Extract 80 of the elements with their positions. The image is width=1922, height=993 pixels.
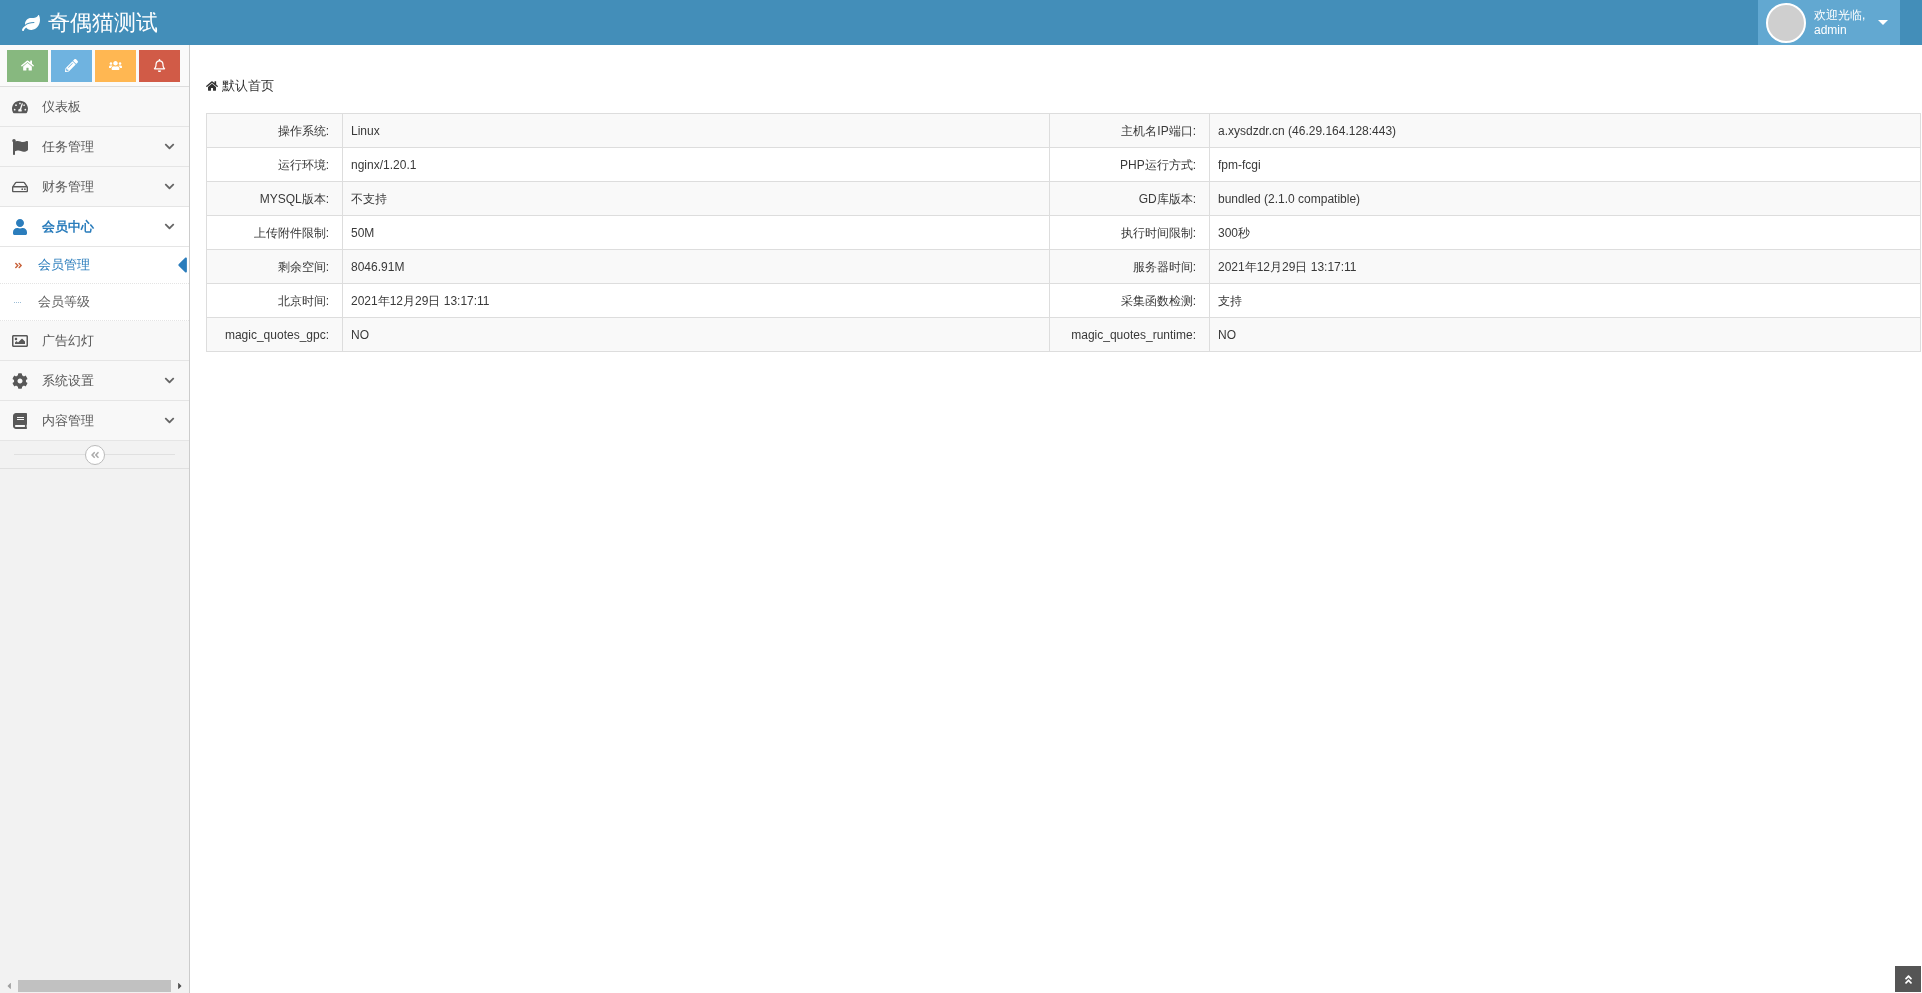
user-icon bbox=[12, 218, 28, 235]
table-cell: nginx/1.20.1 bbox=[342, 147, 1050, 182]
flag-icon bbox=[12, 138, 28, 155]
collapse-sidebar-button[interactable] bbox=[84, 444, 105, 465]
table-cell: 剩余空间: bbox=[206, 249, 343, 284]
table-cell: 不支持 bbox=[342, 181, 1050, 216]
table-cell: 300秒 bbox=[1209, 215, 1921, 250]
table-cell: magic_quotes_gpc: bbox=[206, 317, 343, 352]
table-cell: 服务器时间: bbox=[1049, 249, 1210, 284]
tree-line bbox=[14, 301, 21, 303]
shortcut-button[interactable] bbox=[95, 49, 136, 82]
table-cell: 2021年12月29日 13:17:11 bbox=[342, 283, 1050, 318]
menu-item[interactable]: 内容管理 bbox=[0, 401, 189, 441]
back-to-top-button[interactable] bbox=[1895, 966, 1921, 992]
table-cell: 采集函数检测: bbox=[1049, 283, 1210, 318]
pencil-icon bbox=[65, 59, 78, 72]
table-cell: Linux bbox=[342, 113, 1050, 148]
menu-item[interactable]: 广告幻灯 bbox=[0, 321, 189, 361]
scrollbar-thumb[interactable] bbox=[18, 980, 171, 992]
submenu-item[interactable]: 会员等级 bbox=[0, 284, 189, 321]
menu-label: 财务管理 bbox=[42, 177, 95, 196]
submenu-label: 会员等级 bbox=[38, 293, 90, 312]
table-cell: bundled (2.1.0 compatible) bbox=[1209, 181, 1921, 216]
dashboard-icon bbox=[12, 98, 28, 115]
menu-label: 仪表板 bbox=[42, 97, 82, 116]
home-icon bbox=[206, 79, 218, 92]
table-cell: MYSQL版本: bbox=[206, 181, 343, 216]
submenu-label: 会员管理 bbox=[38, 256, 90, 275]
leaf-icon bbox=[22, 13, 40, 32]
menu-item[interactable]: 财务管理 bbox=[0, 167, 189, 207]
avatar bbox=[1766, 2, 1806, 43]
table-cell: 上传附件限制: bbox=[206, 215, 343, 250]
book-icon bbox=[12, 412, 28, 429]
bell-icon bbox=[153, 59, 166, 72]
table-cell: 支持 bbox=[1209, 283, 1921, 318]
shortcut-button[interactable] bbox=[51, 49, 92, 82]
table-cell: 8046.91M bbox=[342, 249, 1050, 284]
table-cell: 主机名IP端口: bbox=[1049, 113, 1210, 148]
chevron-down-icon bbox=[164, 375, 175, 386]
settings-icon bbox=[12, 372, 28, 389]
menu-item[interactable]: 系统设置 bbox=[0, 361, 189, 401]
table-cell: 执行时间限制: bbox=[1049, 215, 1210, 250]
shortcut-button[interactable] bbox=[7, 49, 48, 82]
table-cell: GD库版本: bbox=[1049, 181, 1210, 216]
table-cell: 50M bbox=[342, 215, 1050, 250]
table-cell: 2021年12月29日 13:17:11 bbox=[1209, 249, 1921, 284]
chevron-down-icon bbox=[164, 181, 175, 192]
menu-label: 内容管理 bbox=[42, 411, 95, 430]
table-cell: magic_quotes_runtime: bbox=[1049, 317, 1210, 352]
shortcut-button[interactable] bbox=[139, 49, 180, 82]
chevron-down-icon bbox=[164, 221, 175, 232]
table-cell: fpm-fcgi bbox=[1209, 147, 1921, 182]
breadcrumb-link[interactable]: 默认首页 bbox=[222, 75, 274, 96]
double-chevron-left-icon bbox=[89, 449, 100, 460]
submenu-item[interactable]: 会员管理 bbox=[0, 247, 189, 284]
table-cell: 操作系统: bbox=[206, 113, 343, 148]
double-chevron-up-icon bbox=[1902, 973, 1914, 985]
menu-item[interactable]: 仪表板 bbox=[0, 87, 189, 127]
chevron-down-icon bbox=[164, 141, 175, 152]
menu-label: 任务管理 bbox=[42, 137, 95, 156]
menu-item[interactable]: 会员中心 bbox=[0, 207, 189, 247]
menu-label: 会员中心 bbox=[42, 217, 95, 236]
menu-item[interactable]: 任务管理 bbox=[0, 127, 189, 167]
table-cell: a.xysdzdr.cn (46.29.164.128:443) bbox=[1209, 113, 1921, 148]
table-cell: 运行环境: bbox=[206, 147, 343, 182]
username-text: admin bbox=[1814, 22, 1848, 38]
greeting-text: 欢迎光临, bbox=[1814, 7, 1866, 23]
home-icon bbox=[21, 59, 34, 72]
table-cell: NO bbox=[1209, 317, 1921, 352]
app-title[interactable]: 奇偶猫测试 bbox=[48, 6, 158, 39]
double-chevron-icon bbox=[14, 260, 23, 270]
menu-label: 系统设置 bbox=[42, 371, 95, 390]
menu-label: 广告幻灯 bbox=[42, 331, 95, 350]
chevron-down-icon bbox=[164, 415, 175, 426]
users-icon bbox=[109, 59, 122, 72]
table-cell: NO bbox=[342, 317, 1050, 352]
table-cell: PHP运行方式: bbox=[1049, 147, 1210, 182]
table-cell: 北京时间: bbox=[206, 283, 343, 318]
image-icon bbox=[12, 332, 28, 349]
caret-icon bbox=[1878, 20, 1888, 25]
